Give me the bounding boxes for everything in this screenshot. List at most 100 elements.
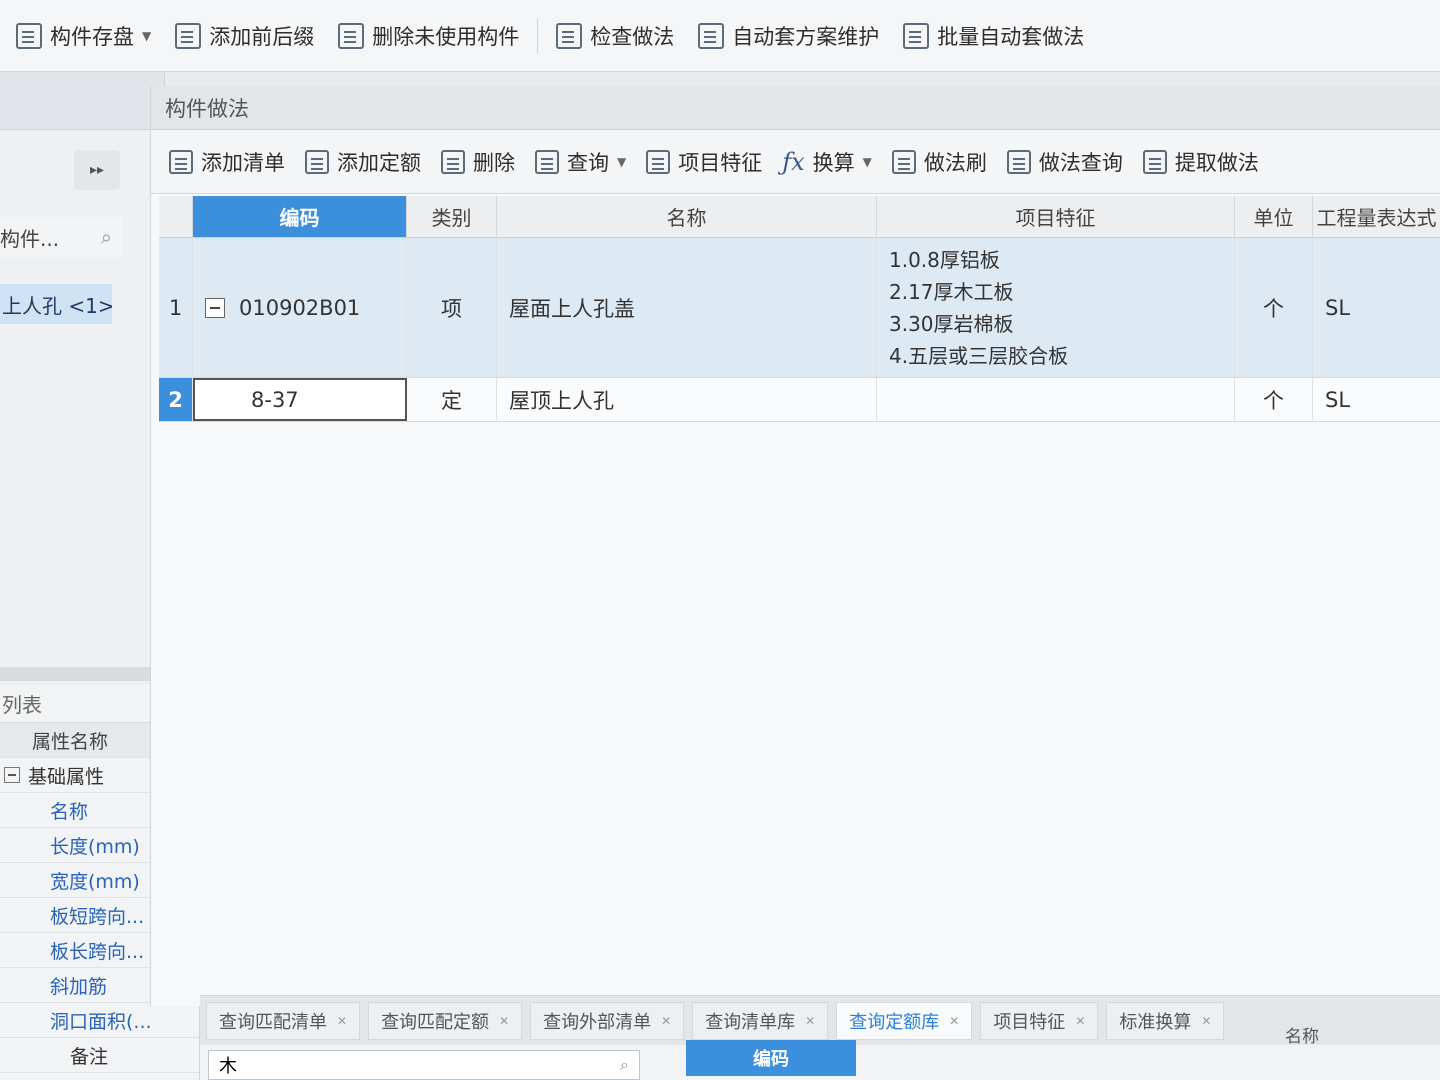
close-icon[interactable]: ✕ [1075,1014,1085,1028]
tab-query-matched-list[interactable]: 查询匹配清单 ✕ [206,1001,361,1040]
chevron-down-icon[interactable]: ▼ [863,155,872,169]
tab-query-quota-library[interactable]: 查询定额库 ✕ [836,1001,973,1040]
column-header-type[interactable]: 类别 [407,196,497,237]
method-query-icon [1006,149,1031,174]
quota-search-box[interactable]: ⌕ [208,1050,640,1080]
features-cell[interactable] [877,378,1235,421]
chevron-down-icon[interactable]: ▼ [617,155,626,169]
save-component-label: 构件存盘 [50,24,134,49]
toolbar-divider [537,17,539,54]
tab-standard-conversion[interactable]: 标准换算 ✕ [1106,1001,1225,1040]
brush-icon [891,149,916,174]
panel-splitter[interactable] [0,667,165,681]
panel-title: 构件做法 [151,86,1440,130]
tab-label: 查询匹配清单 [219,1011,327,1033]
table-row[interactable]: 2 8-37 定 屋顶上人孔 个 SL [159,378,1440,422]
type-cell[interactable]: 项 [407,238,497,377]
collapse-icon[interactable] [205,297,225,318]
unit-cell[interactable]: 个 [1235,378,1313,421]
extract-method-button[interactable]: 提取做法 [1133,140,1269,184]
library-column-code[interactable]: 编码 [686,1040,856,1076]
batch-auto-button[interactable]: 批量自动套做法 [891,14,1096,58]
close-icon[interactable]: ✕ [1201,1014,1211,1028]
property-item-remark[interactable]: 备注 [0,1038,199,1073]
property-item[interactable]: 洞口面积(... [0,1003,199,1038]
features-icon [646,149,671,174]
delete-button[interactable]: 删除 [431,140,525,184]
delete-unused-button[interactable]: 删除未使用构件 [326,14,531,58]
convert-label: 换算 [812,150,855,175]
add-list-icon [169,149,193,174]
extract-method-label: 提取做法 [1174,150,1259,175]
expression-cell[interactable]: SL [1313,378,1440,421]
auto-scheme-button[interactable]: 自动套方案维护 [686,14,891,58]
column-header-name[interactable]: 名称 [497,196,877,237]
component-search[interactable]: 构件... ⌕ [0,217,122,257]
method-brush-button[interactable]: 做法刷 [882,140,997,184]
column-header-code[interactable]: 编码 [193,196,407,237]
component-item-selected[interactable]: 上人孔 <1> [0,284,112,324]
component-search-text: 构件... [0,226,60,251]
extract-icon [1142,149,1167,174]
method-query-button[interactable]: 做法查询 [997,140,1133,184]
double-chevron-icon: ▸▸ [89,162,105,178]
column-header-expression[interactable]: 工程量表达式 [1313,196,1440,237]
tab-query-matched-quota[interactable]: 查询匹配定额 ✕ [368,1001,523,1040]
add-prefix-suffix-button[interactable]: 添加前后缀 [163,14,326,58]
save-component-button[interactable]: 构件存盘 ▼ [4,14,163,58]
item-features-label: 项目特征 [678,150,763,175]
code-value: 010902B01 [239,295,361,320]
add-quota-button[interactable]: 添加定额 [295,140,431,184]
close-icon[interactable]: ✕ [499,1014,509,1028]
name-cell[interactable]: 屋顶上人孔 [497,378,877,421]
features-cell[interactable]: 1.0.8厚铝板 2.17厚木工板 3.30厚岩棉板 4.五层或三层胶合板 [877,238,1235,377]
query-label: 查询 [567,150,609,175]
code-cell-editing[interactable]: 8-37 [193,378,407,421]
convert-button[interactable]: ƒx 换算 ▼ [772,140,882,184]
add-list-button[interactable]: 添加清单 [159,140,295,184]
unit-cell[interactable]: 个 [1235,238,1313,377]
search-icon[interactable]: ⌕ [101,225,112,249]
list-icon [175,22,202,49]
query-icon [535,149,559,174]
name-cell[interactable]: 屋面上人孔盖 [497,238,877,377]
feature-line: 2.17厚木工板 [889,279,1014,304]
close-icon[interactable]: ✕ [949,1014,959,1028]
function-icon: ƒx [782,147,805,176]
add-prefix-suffix-label: 添加前后缀 [209,24,315,49]
close-icon[interactable]: ✕ [337,1014,347,1028]
code-cell[interactable]: 010902B01 [193,238,407,377]
close-icon[interactable]: ✕ [661,1014,671,1028]
close-icon[interactable]: ✕ [805,1014,815,1028]
tab-label: 项目特征 [993,1011,1066,1033]
tab-label: 查询外部清单 [543,1011,652,1033]
tab-query-external-list[interactable]: 查询外部清单 ✕ [530,1001,685,1040]
tab-query-list-library[interactable]: 查询清单库 ✕ [692,1001,829,1040]
settings-doc-icon [698,22,725,49]
collapse-icon[interactable] [4,767,20,783]
method-brush-label: 做法刷 [923,150,987,175]
table-row[interactable]: 1 010902B01 项 屋面上人孔盖 1.0.8厚铝板 2.17厚木工板 3… [159,238,1440,378]
expression-cell[interactable]: SL [1313,238,1440,377]
search-icon[interactable]: ⌕ [620,1055,629,1075]
query-tabs: 查询匹配清单 ✕ 查询匹配定额 ✕ 查询外部清单 ✕ 查询清单库 ✕ 查询定额库 ✕ 项目… [200,995,1440,1045]
expand-panel-button[interactable]: ▸▸ [74,150,120,190]
row-index[interactable]: 2 [159,378,193,421]
check-method-button[interactable]: 检查做法 [544,14,686,58]
tab-label: 查询匹配定额 [381,1011,490,1033]
chevron-down-icon[interactable]: ▼ [142,29,151,43]
top-toolbar: 构件存盘 ▼ 添加前后缀 删除未使用构件 检查做法 自动套方案维护 批量自动套做… [0,0,1440,72]
column-header-index [159,196,193,237]
save-icon [16,22,42,49]
type-cell[interactable]: 定 [407,378,497,421]
tab-label: 标准换算 [1119,1011,1192,1033]
column-header-unit[interactable]: 单位 [1235,196,1313,237]
query-button[interactable]: 查询 ▼ [525,140,636,184]
tab-item-features[interactable]: 项目特征 ✕ [980,1001,1099,1040]
quota-search-input[interactable] [219,1054,579,1076]
column-header-features[interactable]: 项目特征 [877,196,1235,237]
row-index[interactable]: 1 [159,238,193,377]
item-features-button[interactable]: 项目特征 [636,140,772,184]
auto-scheme-label: 自动套方案维护 [732,24,880,49]
library-column-name[interactable]: 名称 [1285,1022,1319,1047]
